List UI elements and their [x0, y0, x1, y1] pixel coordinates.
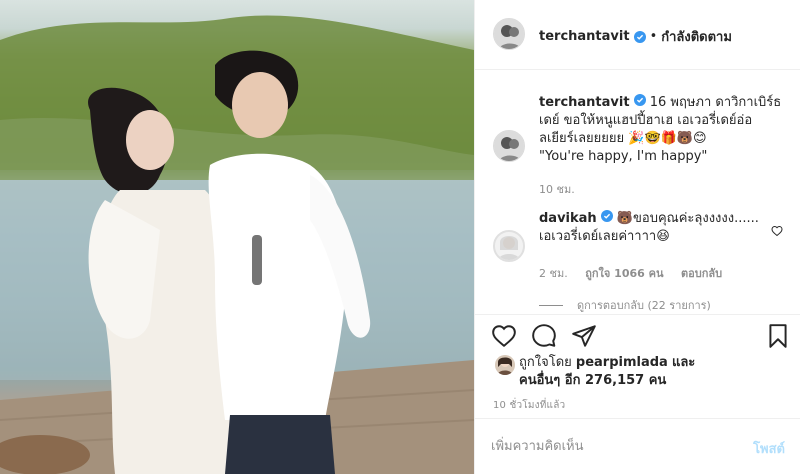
like-button[interactable] — [491, 323, 517, 349]
caption-username[interactable]: terchantavit — [539, 95, 630, 110]
caption-line: "You're happy, I'm happy" — [539, 149, 708, 164]
bookmark-icon — [769, 324, 787, 348]
comment-text: davikah 🐻ขอบคุณค่ะลุงงงงง...... เอเวอรี่… — [539, 210, 759, 246]
avatar[interactable] — [493, 18, 525, 50]
separator: • — [649, 29, 658, 44]
comment-likes-count[interactable]: ถูกใจ 1066 คน — [585, 267, 663, 280]
comment-time[interactable]: 2 ชม. — [539, 267, 568, 280]
heart-icon — [492, 325, 516, 348]
following-button[interactable]: กำลังติดตาม — [661, 26, 732, 47]
comment-line: 🐻ขอบคุณค่ะลุงงงงง...... — [616, 211, 759, 226]
post-sidebar: terchantavit • กำลังติดตาม terchantavit … — [474, 0, 800, 474]
post-header: terchantavit • กำลังติดตาม — [475, 0, 800, 70]
likes-summary: ถูกใจโดย pearpimlada และ คนอื่นๆ อีก 276… — [475, 352, 800, 392]
others-count[interactable]: คนอื่นๆ อีก 276,157 คน — [519, 373, 666, 388]
username-link[interactable]: terchantavit — [539, 29, 630, 44]
likes-text: ถูกใจโดย pearpimlada และ คนอื่นๆ อีก 276… — [519, 354, 695, 390]
verified-badge-icon — [633, 30, 646, 43]
avatar[interactable] — [493, 230, 525, 262]
verified-badge-icon — [633, 94, 646, 106]
avatar[interactable] — [493, 130, 525, 162]
view-replies-button[interactable]: ดูการตอบกลับ (22 รายการ) — [539, 296, 711, 314]
verified-badge-icon — [600, 210, 613, 222]
caption-time[interactable]: 10 ชม. — [539, 180, 575, 198]
view-replies-label: ดูการตอบกลับ (22 รายการ) — [577, 299, 711, 312]
reply-button[interactable]: ตอบกลับ — [681, 267, 722, 280]
liker-username[interactable]: pearpimlada — [576, 355, 668, 370]
comment-composer: โพสต์ — [475, 418, 800, 474]
liked-by-and: และ — [671, 355, 696, 370]
comment-meta: 2 ชม. ถูกใจ 1066 คน ตอบกลับ — [539, 264, 736, 282]
comment-like-heart-icon[interactable] — [771, 225, 783, 237]
caption-line: เดย์ ขอให้หนูแฮปปี้ฮาเฮ เอเวอรี่เดย์อ่อ — [539, 113, 753, 128]
avatar[interactable] — [495, 355, 515, 375]
comment-username[interactable]: davikah — [539, 211, 597, 226]
comment-input[interactable] — [491, 435, 731, 457]
comment-line: เอเวอรี่เดย์เลยค่าาาา😆 — [539, 229, 670, 244]
share-button[interactable] — [571, 323, 597, 349]
liked-by-prefix: ถูกใจโดย — [519, 355, 572, 370]
paper-plane-icon — [572, 325, 596, 347]
replies-divider — [539, 304, 563, 306]
comment-button[interactable] — [531, 323, 557, 349]
photo-illustration — [0, 15, 474, 474]
caption-line: 16 พฤษภา ดาวิกาเบิร์ธ — [649, 95, 782, 110]
caption-text: terchantavit 16 พฤษภา ดาวิกาเบิร์ธ เดย์ … — [539, 94, 789, 166]
save-button[interactable] — [765, 323, 791, 349]
post-comment-button[interactable]: โพสต์ — [753, 438, 785, 459]
comment-bubble-icon — [532, 324, 556, 347]
comments-section[interactable]: terchantavit 16 พฤษภา ดาวิกาเบิร์ธ เดย์ … — [475, 70, 800, 314]
post-photo[interactable] — [0, 0, 474, 474]
caption-line: ลเยียร์เลยยยยย 🎉🤓🎁🐻😊 — [539, 131, 707, 146]
post-timestamp[interactable]: 10 ชั่วโมงที่แล้ว — [493, 398, 565, 413]
